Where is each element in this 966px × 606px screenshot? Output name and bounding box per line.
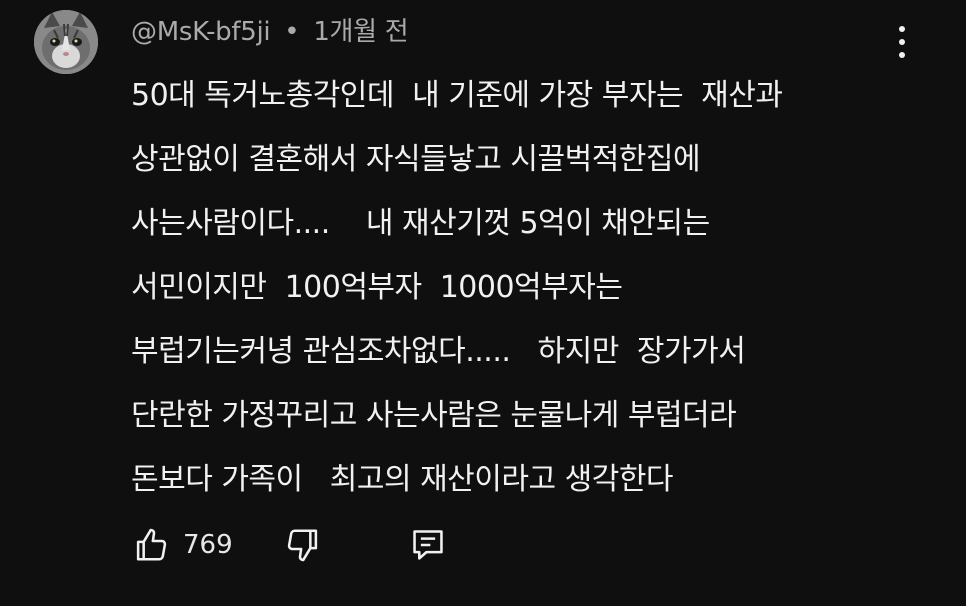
author-name[interactable]: @MsK-bf5ji [131,17,271,47]
separator-dot: • [284,17,300,47]
comment-line: 단란한 가정꾸리고 사는사람은 눈물나게 부럽더라 [131,398,737,433]
comment-icon [412,530,443,560]
thumb-down-icon [287,529,317,562]
more-options-button[interactable] [884,20,920,64]
comment-body: 50대 독거노총각인데 내 기준에 가장 부자는 재산과 상관없이 결혼해서 자… [131,64,931,512]
comment-actions: 769 [131,518,447,572]
reply-button[interactable] [409,526,447,564]
comment-line: 상관없이 결혼해서 자식들낳고 시끌벅적한집에 [131,142,701,177]
comment-line: 50대 독거노총각인데 내 기준에 가장 부자는 재산과 [131,78,783,113]
dislike-button[interactable] [285,526,323,564]
more-vert-icon-dot [899,39,905,45]
more-vert-icon-dot [899,26,905,32]
comment-time[interactable]: 1개월 전 [313,17,408,47]
like-count: 769 [183,530,233,560]
comment-header: @MsK-bf5ji • 1개월 전 [131,12,409,52]
like-button[interactable]: 769 [131,526,233,564]
comment-line: 사는사람이다.... 내 재산기껏 5억이 채안되는 [131,206,710,241]
cat-avatar-icon [34,10,98,74]
avatar[interactable] [34,10,98,74]
thumb-up-icon [136,528,167,561]
comment-line: 서민이지만 100억부자 1000억부자는 [131,270,623,305]
comment-line: 부럽기는커녕 관심조차없다..... 하지만 장가가서 [131,334,746,369]
more-vert-icon-dot [899,52,905,58]
comment-line: 돈보다 가족이 최고의 재산이라고 생각한다 [131,462,674,497]
